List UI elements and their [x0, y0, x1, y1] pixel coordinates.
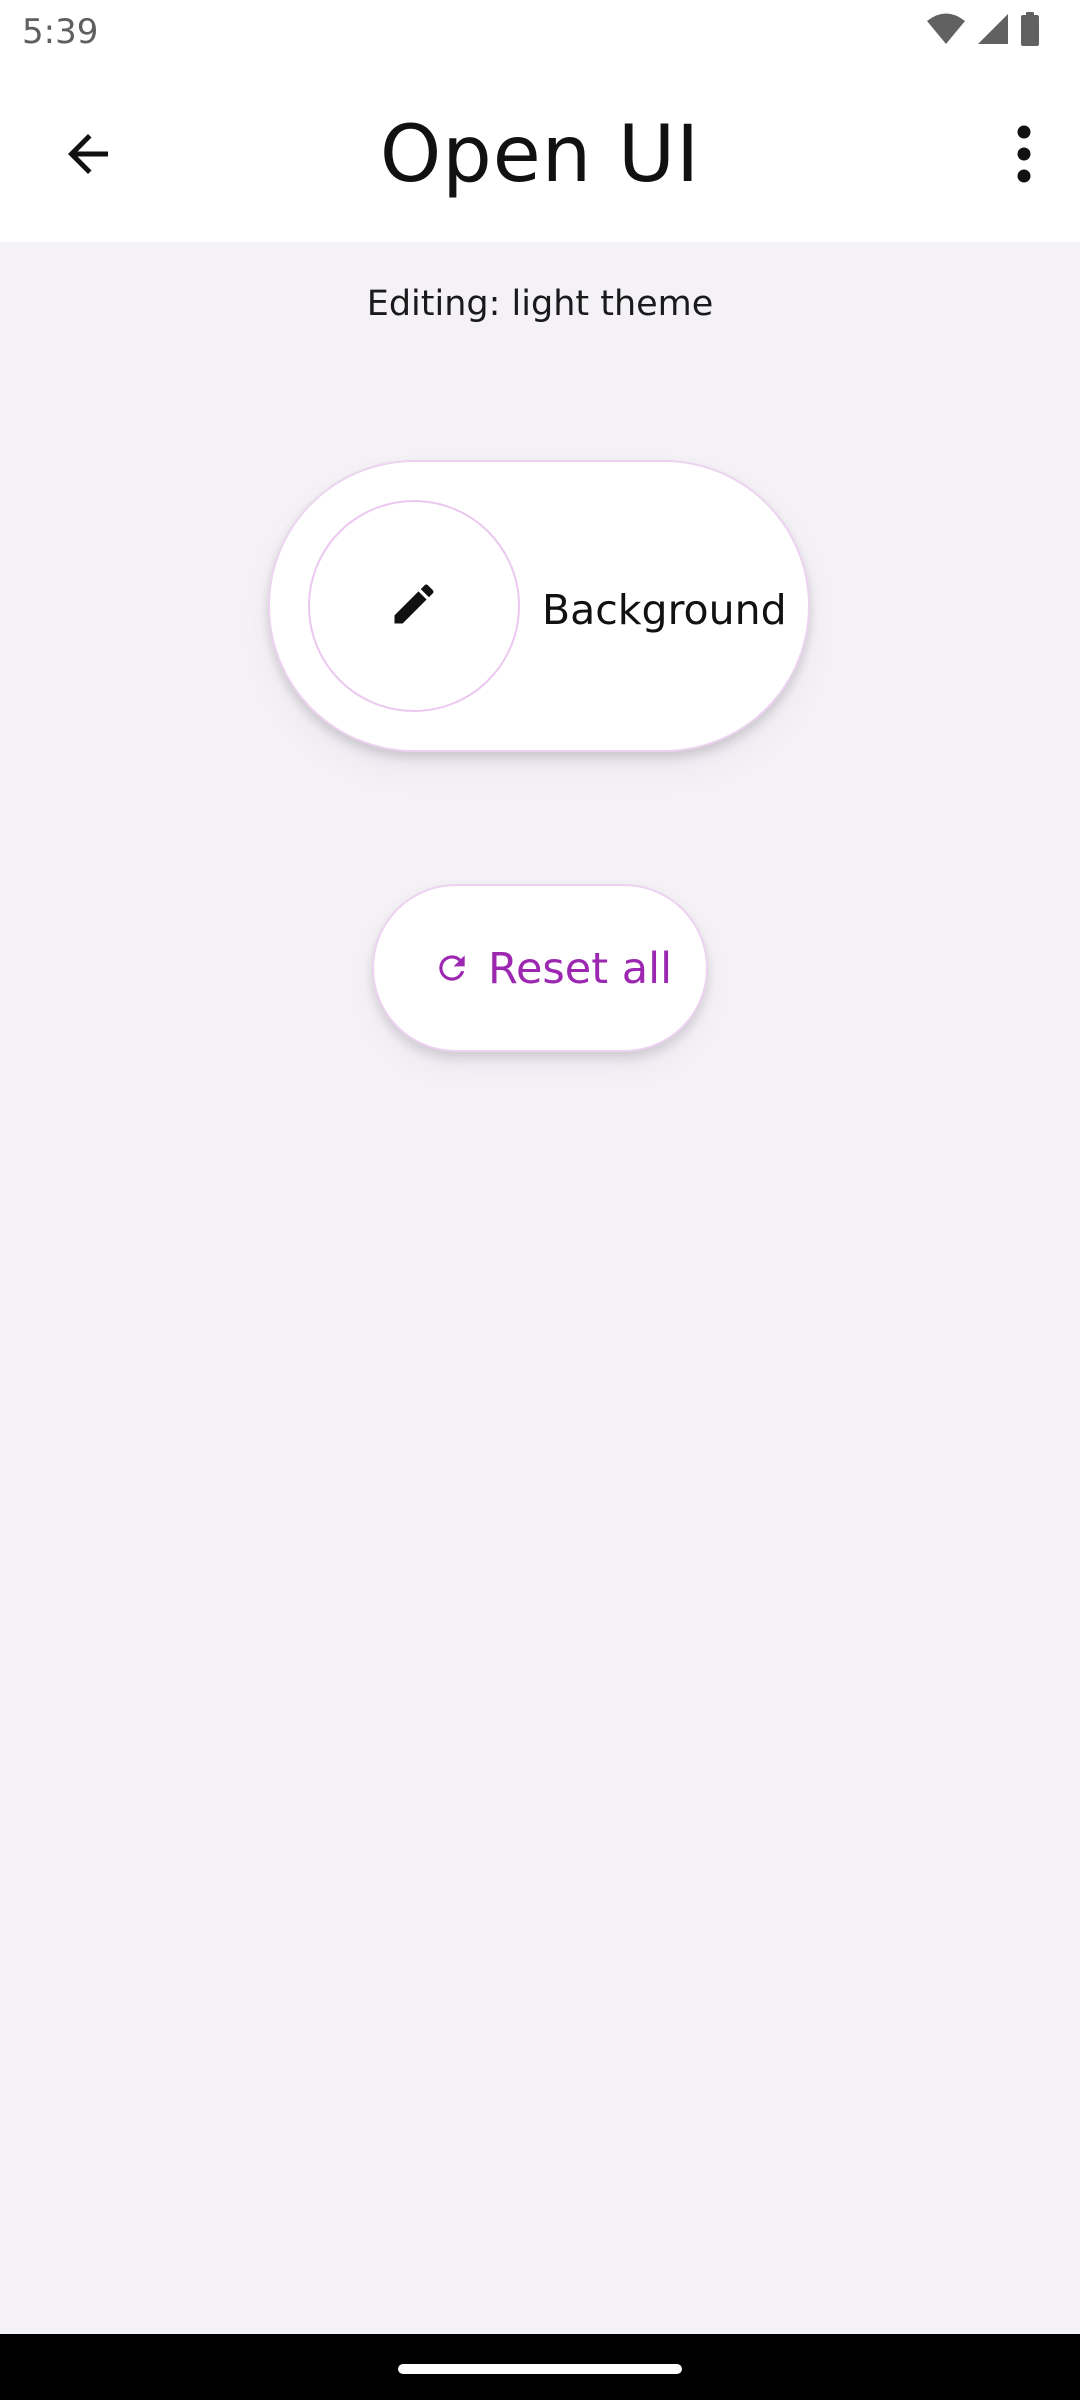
edit-pencil-icon	[388, 578, 440, 635]
wifi-icon	[926, 12, 966, 51]
screen: 5:39 Open UI Editing: light theme Backgr…	[0, 0, 1080, 2400]
status-bar: 5:39	[0, 0, 1080, 64]
background-color-button[interactable]: Background	[268, 460, 810, 752]
editing-theme-label: Editing: light theme	[366, 284, 714, 324]
reset-all-button[interactable]: Reset all	[372, 884, 708, 1052]
navigation-bar	[0, 2334, 1080, 2400]
signal-icon	[976, 12, 1010, 51]
battery-icon	[1020, 11, 1040, 51]
status-time: 5:39	[22, 12, 99, 52]
app-title: Open UI	[379, 110, 701, 200]
home-indicator[interactable]	[398, 2364, 682, 2374]
background-button-label: Background	[542, 586, 787, 634]
app-bar: Open UI	[0, 64, 1080, 242]
status-icons	[926, 11, 1040, 51]
reset-all-label: Reset all	[488, 944, 673, 994]
more-vert-icon	[1012, 124, 1036, 189]
refresh-icon	[430, 946, 474, 990]
more-options-button[interactable]	[988, 112, 1060, 200]
background-icon-circle	[308, 500, 520, 712]
